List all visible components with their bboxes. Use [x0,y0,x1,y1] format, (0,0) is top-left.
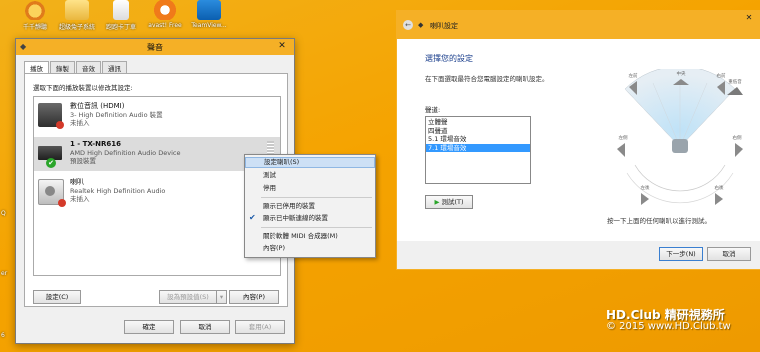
speaker-label: 重低音 [728,78,742,85]
speaker-label: 中央 [677,70,686,77]
configure-button[interactable]: 設定(C) [33,290,81,304]
test-button[interactable]: ▶ 測試(T) [425,195,473,209]
sound-dialog-title: 聲音 [147,43,163,52]
speaker-setup-titlebar: ← ◆ 喇叭設定 ✕ [397,11,760,39]
speaker-label: 右後 [715,184,724,191]
speaker-setup-window: ← ◆ 喇叭設定 ✕ 選擇您的設定 在下面選取最符合您電腦設定的喇叭設定。 聲道… [396,10,760,270]
speaker-label: 左側 [619,134,628,141]
device-driver: Realtek High Definition Audio [70,186,166,195]
channel-option-7-1[interactable]: 7.1 環場音效 [426,143,530,152]
speaker-layout-diagram: 左前 中央 右前 重低音 左側 右側 左後 右後 [617,69,743,205]
test-button-label: 測試(T) [441,198,464,206]
channels-list[interactable]: 立體聲 四聲道 5.1 環場音效 7.1 環場音效 [425,116,531,184]
desktop-icon-label: TeamView... [191,22,227,29]
back-button[interactable]: ← [403,20,413,30]
speaker-rear-right-icon [715,193,723,205]
sound-tabs: 播放 錄製 音效 通訊 [24,61,128,73]
next-button[interactable]: 下一步(N) [659,247,703,261]
speaker-side-left-icon [617,143,625,157]
menu-item-configure-speakers[interactable]: 設定喇叭(S) [245,157,375,168]
page-description: 在下面選取最符合您電腦設定的喇叭設定。 [425,75,549,83]
instruction-text: 選取下面的播放裝置以修改其設定: [33,84,133,92]
speaker-icon [38,179,66,207]
tab-sounds[interactable]: 音效 [76,61,101,73]
device-driver: 3- High Definition Audio 裝置 [70,110,163,119]
tab-recording[interactable]: 錄製 [50,61,75,73]
speaker-setup-body: 選擇您的設定 在下面選取最符合您電腦設定的喇叭設定。 聲道: 立體聲 四聲道 5… [397,39,760,241]
set-default-button[interactable]: 設為預設值(S) [159,290,217,304]
unplugged-badge-icon [58,199,66,207]
tab-communications[interactable]: 通訊 [102,61,127,73]
apply-button[interactable]: 套用(A) [235,320,285,334]
device-name: 1 - TX-NR616 [70,140,122,148]
desktop-icon-teamviewer[interactable]: TeamView... [188,0,230,29]
device-name: 數位音訊 (HDMI) [70,102,125,110]
speaker-label: 左前 [629,72,638,79]
speaker-setup-title: 喇叭設定 [430,22,458,30]
tab-playback[interactable]: 播放 [24,61,49,73]
device-hdmi[interactable]: 數位音訊 (HDMI) 3- High Definition Audio 裝置 … [34,99,280,133]
play-icon: ▶ [434,198,440,206]
menu-separator [261,197,372,198]
document-icon [113,0,129,20]
context-menu: 設定喇叭(S) 測試 停用 顯示已停用的裝置 ✔ 顯示已中斷連線的裝置 關於軟體… [244,154,376,258]
default-check-icon: ✔ [46,158,56,168]
channel-option-5-1[interactable]: 5.1 環場音效 [426,135,530,144]
cancel-button[interactable]: 取消 [707,247,751,261]
speaker-label: 左後 [641,184,650,191]
avast-icon [153,0,177,20]
speaker-rear-left-icon [641,193,649,205]
properties-button[interactable]: 內容(P) [229,290,279,304]
listener-icon [672,139,688,153]
sound-dialog-titlebar: ◆ 聲音 ✕ [16,39,294,55]
desktop-icon-kart[interactable]: 跑跑卡丁車 [100,0,142,31]
speaker-icon: ◆ [418,21,424,29]
desktop-icon-label: 超級兔子系統 [58,24,95,31]
channel-option-quad[interactable]: 四聲道 [426,127,530,136]
menu-item-midi-synth[interactable]: 關於軟體 MIDI 合成器(M) [245,231,375,242]
menu-item-show-disconnected[interactable]: 顯示已中斷連線的裝置 [245,213,375,224]
close-button[interactable]: ✕ [737,11,760,25]
desktop-edge-label: Q [1,210,6,217]
channels-label: 聲道: [425,106,441,114]
desktop-icon-label: avast! Free [148,22,182,29]
speaker-label: 右前 [717,72,726,79]
menu-item-show-disabled[interactable]: 顯示已停用的裝置 [245,201,375,212]
unplugged-badge-icon [56,121,64,129]
desktop-icon-avast[interactable]: avast! Free [144,0,186,29]
desktop-edge-label: 6 [1,332,5,339]
device-status: 預設裝置 [70,157,96,165]
folder-icon [65,0,89,20]
menu-item-disable[interactable]: 停用 [245,183,375,194]
device-status: 未插入 [70,195,90,203]
desktop-icon-ttplayer[interactable]: 千千靜聽 [14,0,56,31]
teamviewer-icon [197,0,221,20]
receiver-icon: ✔ [38,146,62,168]
cancel-button[interactable]: 取消 [180,320,230,334]
close-button[interactable]: ✕ [274,40,290,52]
channel-option-stereo[interactable]: 立體聲 [426,118,530,127]
menu-item-test[interactable]: 測試 [245,170,375,181]
device-name: 喇叭 [70,178,84,186]
device-driver: AMD High Definition Audio Device [70,148,181,157]
monitor-icon [38,103,64,129]
page-heading: 選擇您的設定 [425,54,473,63]
speaker-label: 右側 [733,134,742,141]
desktop-icon-super-rabbit[interactable]: 超級兔子系統 [56,0,98,31]
watermark-copyright: © 2015 www.HD.Club.tw [606,321,731,332]
set-default-dropdown[interactable]: ▾ [216,290,227,304]
speaker-side-right-icon [735,143,743,157]
menu-item-properties[interactable]: 內容(P) [245,243,375,254]
desktop-edge-label: er [1,270,8,277]
desktop-icon-label: 千千靜聽 [22,24,47,31]
test-hint: 按一下上面的任何喇叭以進行測試。 [607,217,711,225]
ttplayer-icon [23,0,47,20]
desktop-icon-label: 跑跑卡丁車 [105,24,136,31]
menu-separator [261,227,372,228]
device-status: 未插入 [70,119,90,127]
ok-button[interactable]: 確定 [124,320,174,334]
